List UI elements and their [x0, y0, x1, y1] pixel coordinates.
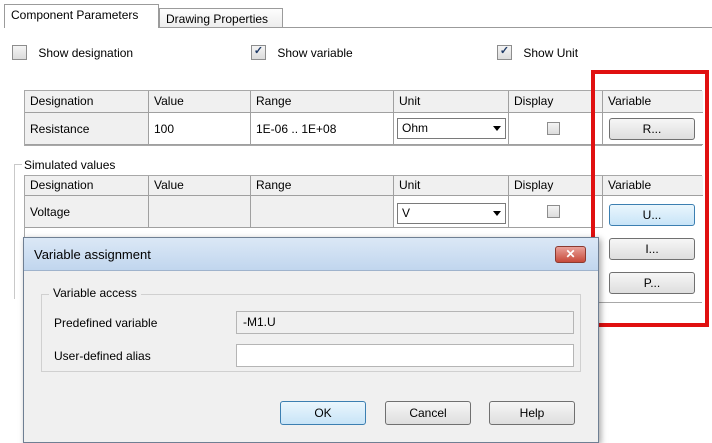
variable-access-label: Variable access: [49, 286, 141, 300]
resistance-display-checkbox[interactable]: [547, 122, 560, 135]
close-icon[interactable]: ✕: [555, 246, 586, 263]
show-variable-checkbox[interactable]: [251, 45, 266, 61]
user-defined-alias-label: User-defined alias: [54, 349, 151, 363]
tab-drawing-properties[interactable]: Drawing Properties: [159, 8, 283, 28]
voltage-designation: Voltage: [25, 196, 149, 228]
simulated-values-label: Simulated values: [24, 158, 116, 172]
voltage-range: [251, 196, 394, 228]
sim-col-header-unit: Unit: [394, 176, 509, 196]
help-button[interactable]: Help: [489, 401, 575, 425]
voltage-unit-dropdown[interactable]: V: [397, 203, 506, 224]
show-designation-option[interactable]: Show designation: [12, 45, 134, 61]
show-unit-checkbox[interactable]: [497, 45, 512, 61]
show-variable-label: Show variable: [277, 45, 353, 60]
predefined-variable-label: Predefined variable: [54, 316, 158, 330]
predefined-variable-field: -M1.U: [236, 311, 574, 334]
voltage-unit-value: V: [402, 206, 411, 220]
resistance-value[interactable]: 100: [149, 113, 251, 145]
chevron-down-icon: [493, 211, 501, 216]
show-variable-option[interactable]: Show variable: [251, 45, 353, 61]
show-unit-label: Show Unit: [523, 45, 579, 60]
resistance-range: 1E-06 .. 1E+08: [251, 113, 394, 145]
col-header-designation: Designation: [25, 91, 149, 113]
dialog-title-bar[interactable]: Variable assignment ✕: [24, 238, 598, 271]
show-designation-checkbox[interactable]: [12, 45, 27, 61]
voltage-value: [149, 196, 251, 228]
resistance-designation: Resistance: [25, 113, 149, 145]
col-header-unit: Unit: [394, 91, 509, 113]
variable-assignment-dialog: Variable assignment ✕ Variable access Pr…: [23, 237, 599, 443]
tab-component-parameters[interactable]: Component Parameters: [4, 4, 159, 28]
user-defined-alias-input[interactable]: [236, 344, 574, 367]
cancel-button[interactable]: Cancel: [385, 401, 471, 425]
chevron-down-icon: [493, 126, 501, 131]
show-designation-label: Show designation: [38, 45, 134, 60]
col-header-value: Value: [149, 91, 251, 113]
resistance-unit-value: Ohm: [402, 121, 429, 135]
highlight-box: [591, 70, 709, 327]
sim-col-header-display: Display: [509, 176, 603, 196]
dialog-title: Variable assignment: [34, 247, 151, 262]
col-header-range: Range: [251, 91, 394, 113]
resistance-unit-dropdown[interactable]: Ohm: [397, 118, 506, 139]
sim-col-header-range: Range: [251, 176, 394, 196]
show-unit-option[interactable]: Show Unit: [497, 45, 579, 61]
simulated-group-border: [14, 164, 22, 299]
sim-col-header-designation: Designation: [25, 176, 149, 196]
col-header-display: Display: [509, 91, 603, 113]
ok-button[interactable]: OK: [280, 401, 366, 425]
voltage-display-checkbox[interactable]: [547, 205, 560, 218]
sim-col-header-value: Value: [149, 176, 251, 196]
